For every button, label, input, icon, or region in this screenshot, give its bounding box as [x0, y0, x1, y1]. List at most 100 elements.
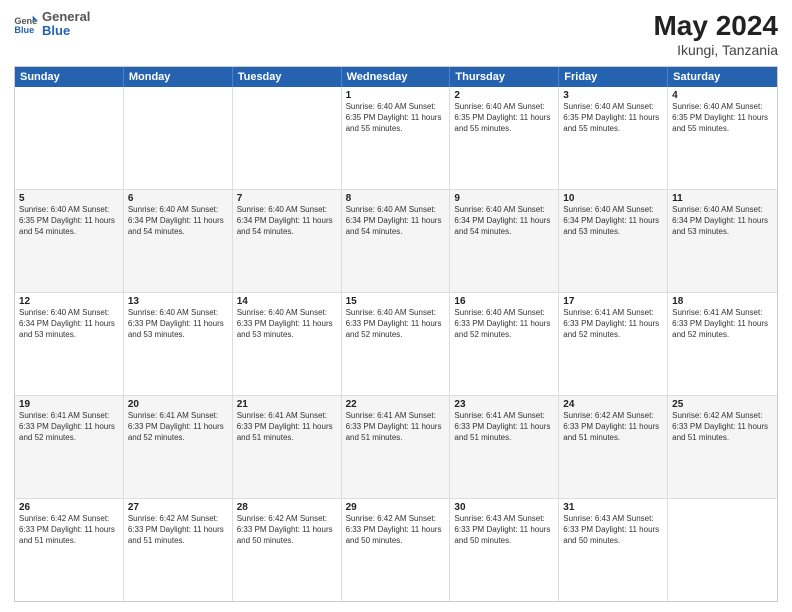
day-number: 14 [237, 296, 337, 307]
calendar-body: 1 Sunrise: 6:40 AM Sunset: 6:35 PM Daylig… [15, 87, 777, 601]
logo-icon: General Blue [14, 14, 38, 34]
day-number: 20 [128, 399, 228, 410]
logo: General Blue General Blue [14, 10, 90, 39]
empty-cell-0-2 [233, 87, 342, 189]
day-info: Sunrise: 6:40 AM Sunset: 6:35 PM Dayligh… [19, 205, 119, 237]
day-number: 7 [237, 193, 337, 204]
day-number: 3 [563, 90, 663, 101]
day-cell-1: 1Sunrise: 6:40 AM Sunset: 6:35 PM Daylig… [342, 87, 451, 189]
day-info: Sunrise: 6:41 AM Sunset: 6:33 PM Dayligh… [237, 411, 337, 443]
page: General Blue General Blue May 2024 Ikung… [0, 0, 792, 612]
day-info: Sunrise: 6:42 AM Sunset: 6:33 PM Dayligh… [19, 514, 119, 546]
day-number: 9 [454, 193, 554, 204]
calendar-row-3: 19Sunrise: 6:41 AM Sunset: 6:33 PM Dayli… [15, 396, 777, 499]
calendar-row-1: 5Sunrise: 6:40 AM Sunset: 6:35 PM Daylig… [15, 190, 777, 293]
empty-cell-0-0 [15, 87, 124, 189]
calendar-row-0: 1 Sunrise: 6:40 AM Sunset: 6:35 PM Daylig… [15, 87, 777, 190]
day-cell-24: 24Sunrise: 6:42 AM Sunset: 6:33 PM Dayli… [559, 396, 668, 498]
empty-cell-0-1 [124, 87, 233, 189]
day-info: Sunrise: 6:40 AM Sunset: 6:35 PM Dayligh… [454, 102, 554, 134]
day-number: 31 [563, 502, 663, 513]
day-cell-22: 22Sunrise: 6:41 AM Sunset: 6:33 PM Dayli… [342, 396, 451, 498]
day-number: 21 [237, 399, 337, 410]
header-day-friday: Friday [559, 67, 668, 87]
header-day-sunday: Sunday [15, 67, 124, 87]
day-number: 5 [19, 193, 119, 204]
day-info: Sunrise: 6:40 AM Sunset: 6:35 PM Dayligh… [563, 102, 663, 134]
day-cell-27: 27Sunrise: 6:42 AM Sunset: 6:33 PM Dayli… [124, 499, 233, 601]
day-cell-7: 7Sunrise: 6:40 AM Sunset: 6:34 PM Daylig… [233, 190, 342, 292]
title-block: May 2024 Ikungi, Tanzania [653, 10, 778, 58]
day-number: 13 [128, 296, 228, 307]
day-number: 24 [563, 399, 663, 410]
day-cell-26: 26Sunrise: 6:42 AM Sunset: 6:33 PM Dayli… [15, 499, 124, 601]
day-number: 2 [454, 90, 554, 101]
day-number: 15 [346, 296, 446, 307]
empty-cell-4-6 [668, 499, 777, 601]
day-cell-13: 13Sunrise: 6:40 AM Sunset: 6:33 PM Dayli… [124, 293, 233, 395]
day-cell-15: 15Sunrise: 6:40 AM Sunset: 6:33 PM Dayli… [342, 293, 451, 395]
day-info: Sunrise: 6:40 AM Sunset: 6:34 PM Dayligh… [128, 205, 228, 237]
day-number: 30 [454, 502, 554, 513]
day-cell-6: 6Sunrise: 6:40 AM Sunset: 6:34 PM Daylig… [124, 190, 233, 292]
day-number: 22 [346, 399, 446, 410]
logo-line1: General [42, 10, 90, 24]
day-number: 1 [346, 90, 446, 101]
day-info: Sunrise: 6:40 AM Sunset: 6:34 PM Dayligh… [454, 205, 554, 237]
day-info: Sunrise: 6:42 AM Sunset: 6:33 PM Dayligh… [563, 411, 663, 443]
day-info: Sunrise: 6:42 AM Sunset: 6:33 PM Dayligh… [128, 514, 228, 546]
day-info: Sunrise: 6:40 AM Sunset: 6:35 PM Dayligh… [672, 102, 773, 134]
month-year: May 2024 [653, 10, 778, 42]
location: Ikungi, Tanzania [653, 42, 778, 58]
day-info: Sunrise: 6:42 AM Sunset: 6:33 PM Dayligh… [346, 514, 446, 546]
day-cell-12: 12Sunrise: 6:40 AM Sunset: 6:34 PM Dayli… [15, 293, 124, 395]
day-cell-9: 9Sunrise: 6:40 AM Sunset: 6:34 PM Daylig… [450, 190, 559, 292]
day-cell-20: 20Sunrise: 6:41 AM Sunset: 6:33 PM Dayli… [124, 396, 233, 498]
day-cell-21: 21Sunrise: 6:41 AM Sunset: 6:33 PM Dayli… [233, 396, 342, 498]
day-info: Sunrise: 6:40 AM Sunset: 6:34 PM Dayligh… [19, 308, 119, 340]
day-number: 29 [346, 502, 446, 513]
day-info: Sunrise: 6:41 AM Sunset: 6:33 PM Dayligh… [19, 411, 119, 443]
day-info: Sunrise: 6:41 AM Sunset: 6:33 PM Dayligh… [346, 411, 446, 443]
day-info: Sunrise: 6:41 AM Sunset: 6:33 PM Dayligh… [454, 411, 554, 443]
day-cell-23: 23Sunrise: 6:41 AM Sunset: 6:33 PM Dayli… [450, 396, 559, 498]
day-info: Sunrise: 6:40 AM Sunset: 6:34 PM Dayligh… [563, 205, 663, 237]
day-cell-10: 10Sunrise: 6:40 AM Sunset: 6:34 PM Dayli… [559, 190, 668, 292]
day-info: Sunrise: 6:40 AM Sunset: 6:33 PM Dayligh… [237, 308, 337, 340]
day-cell-5: 5Sunrise: 6:40 AM Sunset: 6:35 PM Daylig… [15, 190, 124, 292]
day-number: 17 [563, 296, 663, 307]
day-info: Sunrise: 6:43 AM Sunset: 6:33 PM Dayligh… [563, 514, 663, 546]
calendar-row-4: 26Sunrise: 6:42 AM Sunset: 6:33 PM Dayli… [15, 499, 777, 601]
day-cell-30: 30Sunrise: 6:43 AM Sunset: 6:33 PM Dayli… [450, 499, 559, 601]
day-cell-31: 31Sunrise: 6:43 AM Sunset: 6:33 PM Dayli… [559, 499, 668, 601]
day-cell-8: 8Sunrise: 6:40 AM Sunset: 6:34 PM Daylig… [342, 190, 451, 292]
day-cell-25: 25Sunrise: 6:42 AM Sunset: 6:33 PM Dayli… [668, 396, 777, 498]
calendar-row-2: 12Sunrise: 6:40 AM Sunset: 6:34 PM Dayli… [15, 293, 777, 396]
day-number: 19 [19, 399, 119, 410]
svg-text:Blue: Blue [14, 25, 34, 34]
day-cell-2: 2Sunrise: 6:40 AM Sunset: 6:35 PM Daylig… [450, 87, 559, 189]
day-info: Sunrise: 6:40 AM Sunset: 6:34 PM Dayligh… [237, 205, 337, 237]
day-number: 23 [454, 399, 554, 410]
day-cell-3: 3Sunrise: 6:40 AM Sunset: 6:35 PM Daylig… [559, 87, 668, 189]
day-number: 10 [563, 193, 663, 204]
calendar: SundayMondayTuesdayWednesdayThursdayFrid… [14, 66, 778, 602]
day-number: 18 [672, 296, 773, 307]
day-info: Sunrise: 6:41 AM Sunset: 6:33 PM Dayligh… [563, 308, 663, 340]
header: General Blue General Blue May 2024 Ikung… [14, 10, 778, 58]
header-day-monday: Monday [124, 67, 233, 87]
day-cell-28: 28Sunrise: 6:42 AM Sunset: 6:33 PM Dayli… [233, 499, 342, 601]
day-cell-18: 18Sunrise: 6:41 AM Sunset: 6:33 PM Dayli… [668, 293, 777, 395]
day-cell-4: 4Sunrise: 6:40 AM Sunset: 6:35 PM Daylig… [668, 87, 777, 189]
day-number: 27 [128, 502, 228, 513]
header-day-tuesday: Tuesday [233, 67, 342, 87]
day-info: Sunrise: 6:40 AM Sunset: 6:34 PM Dayligh… [346, 205, 446, 237]
logo-text: General Blue [42, 10, 90, 39]
day-cell-17: 17Sunrise: 6:41 AM Sunset: 6:33 PM Dayli… [559, 293, 668, 395]
day-number: 12 [19, 296, 119, 307]
day-number: 16 [454, 296, 554, 307]
day-number: 8 [346, 193, 446, 204]
day-info: Sunrise: 6:43 AM Sunset: 6:33 PM Dayligh… [454, 514, 554, 546]
day-cell-16: 16Sunrise: 6:40 AM Sunset: 6:33 PM Dayli… [450, 293, 559, 395]
logo-line2: Blue [42, 24, 90, 38]
